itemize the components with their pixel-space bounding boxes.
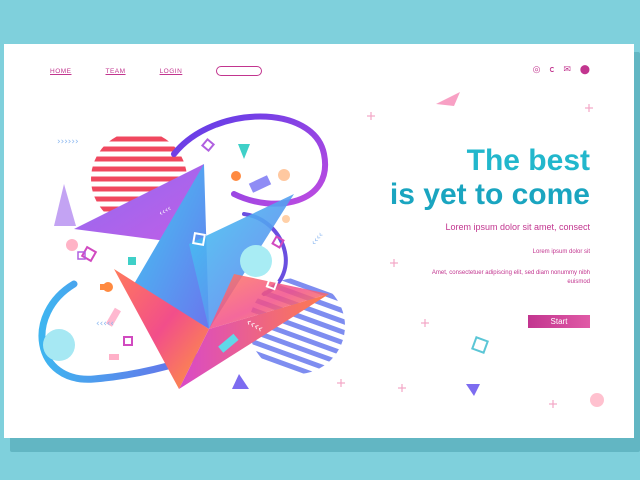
hero-small-line: Lorem ipsum dolor sit: [532, 249, 590, 255]
hero-title-line2: is yet to come: [389, 178, 590, 211]
svg-text:‹‹‹‹: ‹‹‹‹: [309, 231, 326, 248]
abstract-illustration: ›››››› ‹‹‹‹‹ ‹‹‹‹ ‹‹‹‹ ‹‹‹‹: [38, 92, 604, 408]
hero-title-line1: The best: [466, 144, 590, 177]
hero-paragraph: Amet, consectetuer adipiscing elit, sed …: [431, 270, 590, 285]
hero-subtitle: Lorem ipsum dolor sit amet, consect: [445, 222, 590, 232]
svg-text:‹‹‹‹‹: ‹‹‹‹‹: [96, 319, 114, 329]
start-button[interactable]: Start: [528, 315, 590, 328]
hero-title: The best is yet to come: [390, 144, 590, 212]
svg-text:››››››: ››››››: [57, 137, 79, 147]
landing-page: HOME TEAM LOGIN ◎ ⅽ ✉ ⬤ ›››››› ‹‹‹‹‹ ‹‹‹…: [4, 44, 634, 438]
